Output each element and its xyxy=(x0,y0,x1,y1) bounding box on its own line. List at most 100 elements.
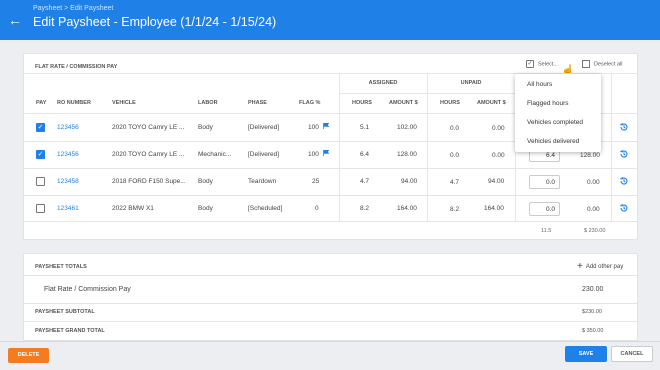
phase-cell: Teardown xyxy=(248,178,277,185)
menu-item-flagged-hours[interactable]: Flagged hours xyxy=(527,100,569,107)
app-header: Paysheet > Edit Paysheet ← Edit Paysheet… xyxy=(0,0,660,40)
select-button[interactable]: ✓ Select... xyxy=(526,60,558,68)
paysheet-totals-card: PAYSHEET TOTALS + Add other pay Flat Rate… xyxy=(23,253,638,341)
col-assigned-hours[interactable]: HOURS xyxy=(352,100,372,106)
total-amount: $ 230.00 xyxy=(584,228,606,234)
row-divider xyxy=(23,195,638,196)
col-unpaid-hours[interactable]: HOURS xyxy=(440,100,460,106)
unpaid-hours-cell: 8.2 xyxy=(450,206,460,213)
assigned-amount-cell: 164.00 xyxy=(397,205,417,212)
divider xyxy=(24,303,637,304)
cancel-button[interactable]: CANCEL xyxy=(611,346,653,362)
pay-checkbox[interactable] xyxy=(36,204,45,213)
grand-total-value: $ 350.00 xyxy=(582,328,604,334)
assigned-group-header: ASSIGNED xyxy=(368,80,398,86)
checkbox-select-icon: ✓ xyxy=(526,60,534,68)
flag-icon xyxy=(323,123,329,129)
unpaid-group-header: UNPAID xyxy=(460,80,482,86)
pay-hours-input[interactable]: 0.0 xyxy=(529,202,560,216)
flat-rate-pay-value: 230.00 xyxy=(582,286,604,293)
pay-amount-cell: 0.00 xyxy=(587,179,600,186)
col-phase[interactable]: PHASE xyxy=(248,100,267,106)
col-assigned-amount[interactable]: AMOUNT $ xyxy=(389,100,418,106)
add-other-pay-label: Add other pay xyxy=(585,264,624,270)
vehicle-cell: 2020 TOYO Camry LE ... xyxy=(112,151,185,158)
total-hours: 11.5 xyxy=(541,228,552,234)
vehicle-cell: 2022 BMW X1 xyxy=(112,205,154,212)
grand-total-label: PAYSHEET GRAND TOTAL xyxy=(35,328,105,334)
add-other-pay-button[interactable]: + Add other pay xyxy=(577,261,623,272)
ro-number-link[interactable]: 123456 xyxy=(57,151,79,158)
pay-checkbox[interactable] xyxy=(36,177,45,186)
select-label: Select... xyxy=(538,61,558,68)
ro-number-link[interactable]: 123458 xyxy=(57,178,79,185)
save-button[interactable]: SAVE xyxy=(565,346,607,362)
assigned-amount-cell: 102.00 xyxy=(397,124,417,131)
flag-icon xyxy=(323,150,329,156)
assigned-hours-cell: 4.7 xyxy=(360,178,370,185)
col-ro-number[interactable]: RO NUMBER xyxy=(57,100,91,106)
col-unpaid-amount[interactable]: AMOUNT $ xyxy=(477,100,506,106)
unpaid-hours-cell: 0.0 xyxy=(450,125,460,132)
assigned-amount-cell: 94.00 xyxy=(401,178,418,185)
flag-pct-cell: 25 xyxy=(312,178,320,185)
labor-cell: Body xyxy=(198,124,213,131)
col-vehicle[interactable]: VEHICLE xyxy=(112,100,136,106)
phase-cell: [Delivered] xyxy=(248,151,280,158)
col-divider xyxy=(339,73,340,222)
phase-cell: [Scheduled] xyxy=(248,205,283,212)
pay-hours-input[interactable]: 0.0 xyxy=(529,175,560,189)
col-labor[interactable]: LABOR xyxy=(198,100,218,106)
flag-pct-cell: 0 xyxy=(315,205,319,212)
pay-amount-cell: 128.00 xyxy=(580,152,600,159)
unpaid-hours-cell: 4.7 xyxy=(450,179,460,186)
assigned-hours-cell: 6.4 xyxy=(360,151,370,158)
back-arrow-icon[interactable]: ← xyxy=(8,13,22,27)
row-divider xyxy=(23,221,638,222)
assigned-hours-cell: 5.1 xyxy=(360,124,370,131)
labor-cell: Mechanic... xyxy=(198,151,232,158)
subtotal-value: $230.00 xyxy=(582,309,602,315)
page-title: Edit Paysheet - Employee (1/1/24 - 1/15/… xyxy=(33,15,277,29)
pay-checkbox[interactable]: ✓ xyxy=(36,123,45,132)
labor-cell: Body xyxy=(198,178,213,185)
history-icon[interactable] xyxy=(619,149,629,159)
history-icon[interactable] xyxy=(619,122,629,132)
unpaid-amount-cell: 164.00 xyxy=(484,205,504,212)
menu-item-vehicles-delivered[interactable]: Vehicles delivered xyxy=(527,138,579,145)
pay-amount-cell: 0.00 xyxy=(587,206,600,213)
ro-number-link[interactable]: 123456 xyxy=(57,124,79,131)
unpaid-amount-cell: 0.00 xyxy=(492,125,505,132)
row-divider xyxy=(23,168,638,169)
assigned-hours-cell: 8.2 xyxy=(360,205,370,212)
deselect-label: Deselect all xyxy=(594,61,623,68)
menu-item-vehicles-completed[interactable]: Vehicles completed xyxy=(527,119,583,126)
history-icon[interactable] xyxy=(619,203,629,213)
paysheet-totals-title: PAYSHEET TOTALS xyxy=(35,264,87,270)
unpaid-amount-cell: 94.00 xyxy=(488,178,505,185)
history-icon[interactable] xyxy=(619,176,629,186)
breadcrumb[interactable]: Paysheet > Edit Paysheet xyxy=(33,5,113,12)
col-pay: PAY xyxy=(36,100,47,106)
flag-pct-cell: 100 xyxy=(308,151,319,158)
col-flag-pct[interactable]: FLAG % xyxy=(299,100,320,106)
pay-checkbox[interactable]: ✓ xyxy=(36,150,45,159)
divider xyxy=(24,275,637,276)
flat-rate-title: FLAT RATE / COMMISSION PAY xyxy=(35,64,118,70)
col-divider xyxy=(427,73,428,222)
ro-number-link[interactable]: 123461 xyxy=(57,205,79,212)
flag-pct-cell: 100 xyxy=(308,124,319,131)
footer-bar xyxy=(0,341,660,370)
vehicle-cell: 2018 FORD F150 Supe... xyxy=(112,178,186,185)
plus-icon: + xyxy=(577,261,583,272)
unpaid-hours-cell: 0.0 xyxy=(450,152,460,159)
deselect-all-button[interactable]: Deselect all xyxy=(582,60,622,68)
flat-rate-pay-label: Flat Rate / Commission Pay xyxy=(44,286,131,293)
phase-cell: [Delivered] xyxy=(248,124,280,131)
delete-button[interactable]: DELETE xyxy=(8,348,49,363)
unpaid-amount-cell: 0.00 xyxy=(492,152,505,159)
menu-item-all-hours[interactable]: All hours xyxy=(527,81,552,88)
labor-cell: Body xyxy=(198,205,213,212)
col-divider xyxy=(611,73,612,222)
divider xyxy=(24,321,637,322)
